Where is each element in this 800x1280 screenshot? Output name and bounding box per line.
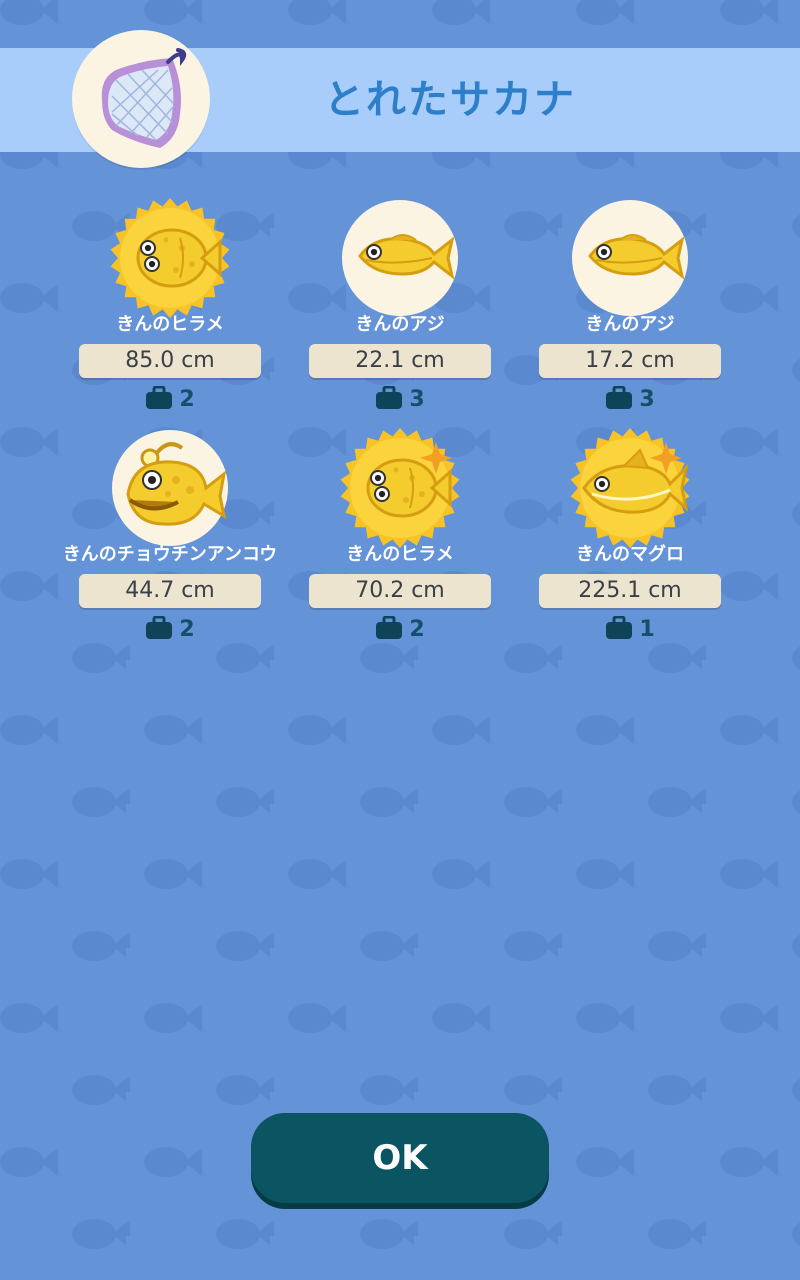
fish-count-row: 2 [70,614,270,644]
fish-size: 44.7 cm [79,574,261,608]
fish-count-row: 3 [530,384,730,414]
fish-size: 70.2 cm [309,574,491,608]
fish-name: きんのアジ [355,314,445,335]
fish-item[interactable]: きんのアジ 22.1 cm 3 [300,194,500,414]
fish-0-icon [106,194,234,322]
bag-icon [375,385,403,410]
fish-count-row: 3 [300,384,500,414]
net-icon [72,30,210,168]
bag-icon [605,385,633,410]
fish-name: きんのヒラメ [346,544,454,565]
fish-count: 2 [179,386,195,412]
fish-count: 2 [409,616,425,642]
fish-count-row: 1 [530,614,730,644]
fish-count: 3 [409,386,425,412]
bag-icon [605,615,633,640]
fish-name: きんのマグロ [576,544,684,565]
bag-icon [375,615,403,640]
fish-count-row: 2 [300,614,500,644]
fish-item[interactable]: きんのヒラメ 85.0 cm 2 [70,194,270,414]
fish-4-icon [336,424,464,552]
fish-count: 1 [639,616,655,642]
fish-5-icon [566,424,694,552]
page-title: とれたサカナ [324,77,576,123]
fish-count-row: 2 [70,384,270,414]
fish-size: 22.1 cm [309,344,491,378]
fish-count: 2 [179,616,195,642]
fish-item[interactable]: きんのマグロ 225.1 cm 1 [530,424,730,644]
fish-name: きんのアジ [585,314,675,335]
fish-size: 17.2 cm [539,344,721,378]
fish-item[interactable]: きんのチョウチンアンコウ 44.7 cm 2 [63,424,277,644]
bag-icon [145,615,173,640]
fish-1-icon [336,194,464,322]
fish-item[interactable]: きんのアジ 17.2 cm 3 [530,194,730,414]
fish-name: きんのヒラメ [116,314,224,335]
fish-2-icon [566,194,694,322]
fish-item[interactable]: きんのヒラメ 70.2 cm 2 [300,424,500,644]
fish-size: 85.0 cm [79,344,261,378]
ok-button[interactable]: OK [251,1113,549,1203]
fish-3-icon [106,424,234,552]
bag-icon [145,385,173,410]
fish-name: きんのチョウチンアンコウ [62,544,278,565]
fish-count: 3 [639,386,655,412]
fish-size: 225.1 cm [539,574,721,608]
